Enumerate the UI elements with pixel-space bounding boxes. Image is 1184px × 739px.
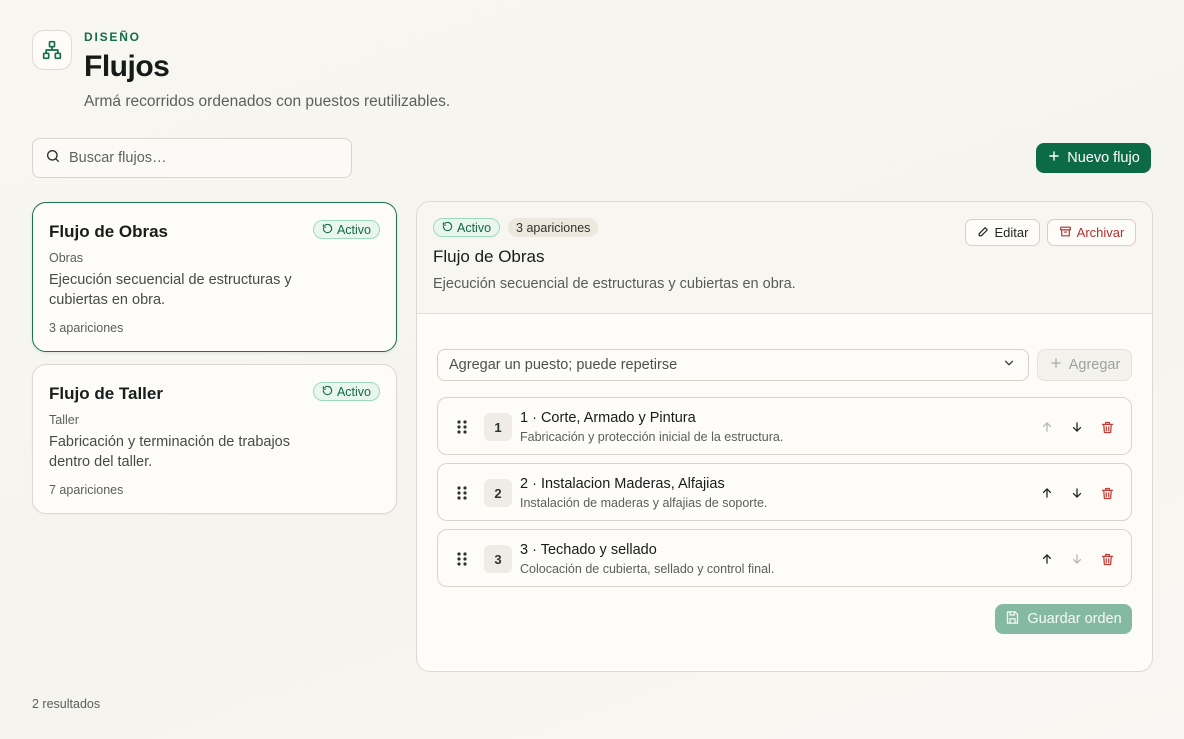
flow-card-taller[interactable]: Flujo de Taller Activo Taller Fabricació…: [32, 364, 397, 514]
appearances-badge: 3 apariciones: [508, 218, 599, 237]
status-badge: Activo: [312, 382, 380, 401]
plus-icon: [1047, 149, 1061, 167]
step-number: 2: [484, 479, 512, 507]
flow-card-count: 3 apariciones: [49, 321, 124, 335]
page-eyebrow: DISEÑO: [84, 30, 141, 44]
detail-description: Ejecución secuencial de estructuras y cu…: [433, 276, 796, 292]
arrow-up-icon[interactable]: [1037, 549, 1057, 569]
trash-icon[interactable]: [1097, 483, 1117, 503]
save-icon: [1005, 610, 1020, 629]
trash-icon[interactable]: [1097, 417, 1117, 437]
arrow-down-icon[interactable]: [1067, 549, 1087, 569]
step-number: 1: [484, 413, 512, 441]
step-title: 2 · Instalacion Maderas, Alfajias: [520, 476, 725, 492]
step-description: Fabricación y protección inicial de la e…: [520, 430, 784, 444]
search-icon: [45, 148, 61, 169]
edit-button[interactable]: Editar: [965, 219, 1040, 246]
refresh-icon: [442, 221, 453, 235]
add-station-placeholder: Agregar un puesto; puede repetirse: [449, 357, 678, 373]
new-flow-label: Nuevo flujo: [1067, 150, 1140, 166]
archive-icon: [1059, 225, 1072, 241]
step-description: Instalación de maderas y alfajias de sop…: [520, 496, 768, 510]
step-number: 3: [484, 545, 512, 573]
flow-card-description: Fabricación y terminación de trabajos de…: [49, 434, 290, 470]
drag-handle-icon[interactable]: [456, 485, 468, 506]
arrow-down-icon[interactable]: [1067, 417, 1087, 437]
step-title: 3 · Techado y sellado: [520, 542, 657, 558]
arrow-up-icon[interactable]: [1037, 483, 1057, 503]
flow-card-category: Taller: [49, 413, 79, 427]
arrow-down-icon[interactable]: [1067, 483, 1087, 503]
flow-detail-panel: Activo 3 apariciones Flujo de Obras Ejec…: [416, 201, 1153, 672]
step-row: 2 2 · Instalacion Maderas, Alfajias Inst…: [437, 463, 1132, 521]
drag-handle-icon[interactable]: [456, 419, 468, 440]
step-row: 1 1 · Corte, Armado y Pintura Fabricació…: [437, 397, 1132, 455]
archive-button[interactable]: Archivar: [1047, 219, 1136, 246]
search-box[interactable]: [32, 138, 352, 178]
refresh-icon: [322, 223, 333, 237]
flow-card-count: 7 apariciones: [49, 483, 124, 497]
page-subtitle: Armá recorridos ordenados con puestos re…: [84, 93, 451, 110]
step-description: Colocación de cubierta, sellado y contro…: [520, 562, 775, 576]
detail-title: Flujo de Obras: [433, 247, 545, 266]
pencil-icon: [977, 225, 990, 241]
drag-handle-icon[interactable]: [456, 551, 468, 572]
flow-card-category: Obras: [49, 251, 84, 265]
step-row: 3 3 · Techado y sellado Colocación de cu…: [437, 529, 1132, 587]
search-input[interactable]: [69, 150, 329, 166]
trash-icon[interactable]: [1097, 549, 1117, 569]
status-badge: Activo: [433, 218, 501, 237]
flow-card-obras[interactable]: Flujo de Obras Activo Obras Ejecución se…: [32, 202, 397, 352]
results-count: 2 resultados: [32, 697, 101, 711]
arrow-up-icon[interactable]: [1037, 417, 1057, 437]
save-order-button[interactable]: Guardar orden: [995, 604, 1132, 634]
sitemap-icon: [32, 30, 72, 70]
refresh-icon: [322, 385, 333, 399]
detail-header: Activo 3 apariciones Flujo de Obras Ejec…: [417, 202, 1152, 314]
chevron-down-icon: [1002, 356, 1016, 374]
plus-icon: [1049, 356, 1063, 374]
flow-card-description: Ejecución secuencial de estructuras y cu…: [49, 272, 292, 308]
new-flow-button[interactable]: Nuevo flujo: [1036, 143, 1151, 173]
add-station-select[interactable]: Agregar un puesto; puede repetirse: [437, 349, 1029, 381]
page-title: Flujos: [84, 50, 170, 83]
status-badge: Activo: [312, 220, 380, 239]
step-title: 1 · Corte, Armado y Pintura: [520, 410, 696, 426]
add-station-button[interactable]: Agregar: [1037, 349, 1132, 381]
